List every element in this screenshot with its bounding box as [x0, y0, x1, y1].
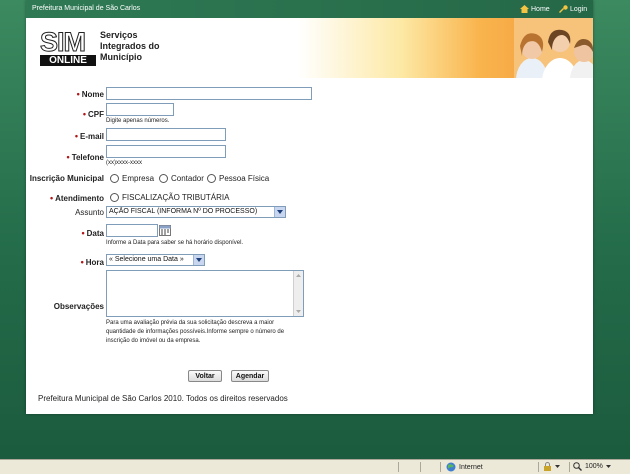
nome-field[interactable]	[106, 87, 312, 100]
radio-empresa[interactable]: Empresa	[110, 174, 154, 183]
home-label: Home	[531, 5, 550, 13]
footer-copyright: Prefeitura Municipal de São Carlos 2010.…	[38, 394, 288, 403]
logo-online-text: ONLINE	[40, 55, 96, 66]
protected-mode-toggle[interactable]	[543, 462, 560, 471]
chevron-down-icon	[193, 255, 204, 265]
status-divider	[538, 462, 539, 472]
status-divider	[398, 462, 399, 472]
org-name: Prefeitura Municipal de São Carlos	[32, 5, 141, 12]
agendar-button[interactable]: Agendar	[231, 370, 269, 382]
data-field[interactable]	[106, 224, 158, 237]
radio-contador[interactable]: Contador	[159, 174, 204, 183]
zoom-control[interactable]: 100%	[573, 462, 611, 471]
observacoes-hint: Para uma avaliação prévia da sua solicit…	[106, 320, 285, 344]
page-container: Prefeitura Municipal de São Carlos Home …	[26, 0, 593, 414]
home-link[interactable]: Home	[520, 5, 550, 13]
assunto-label: Assunto	[75, 208, 104, 217]
family-photo	[514, 18, 593, 78]
textarea-scrollbar[interactable]	[293, 271, 303, 316]
header-banner: SIM ONLINE Serviços Integrados do Municí…	[26, 18, 593, 78]
status-divider	[420, 462, 421, 472]
hora-label: • Hora	[80, 257, 104, 267]
radio-circle-icon	[159, 174, 168, 183]
top-bar: Prefeitura Municipal de São Carlos Home …	[26, 0, 593, 18]
radio-circle-icon	[110, 193, 119, 202]
hora-value: « Selecione uma Data »	[109, 256, 184, 263]
hora-select[interactable]: « Selecione uma Data »	[106, 254, 205, 266]
status-divider	[440, 462, 441, 472]
assunto-select[interactable]: AÇÃO FISCAL (INFORMA Nº DO PROCESSO)	[106, 206, 286, 218]
home-icon	[520, 5, 529, 13]
zoom-level: 100%	[585, 463, 603, 470]
telefone-label: • Telefone	[66, 152, 104, 162]
chevron-down-icon	[555, 465, 560, 468]
radio-circle-icon	[207, 174, 216, 183]
observacoes-label: Observações	[53, 302, 104, 311]
assunto-value: AÇÃO FISCAL (INFORMA Nº DO PROCESSO)	[109, 208, 258, 215]
calendar-icon[interactable]	[159, 225, 171, 236]
radio-fiscalizacao[interactable]: FISCALIZAÇÃO TRIBUTÁRIA	[110, 193, 229, 202]
email-label: • E-mail	[74, 131, 104, 141]
chevron-down-icon	[274, 207, 285, 217]
lock-icon	[544, 462, 551, 471]
logo-sim-text: SIM	[40, 27, 87, 57]
data-label: • Data	[81, 228, 105, 238]
logo-line-3: Município	[100, 52, 142, 62]
atendimento-label: • Atendimento	[49, 193, 104, 203]
browser-status-bar: Internet 100%	[0, 459, 630, 474]
logo-line-1: Serviços	[100, 30, 138, 40]
voltar-button[interactable]: Voltar	[188, 370, 222, 382]
telefone-field[interactable]	[106, 145, 226, 158]
security-zone[interactable]: Internet	[446, 462, 483, 472]
login-label: Login	[570, 5, 588, 13]
observacoes-textarea[interactable]	[106, 270, 304, 317]
logo-line-2: Integrados do	[100, 41, 160, 51]
telefone-hint: (xx)xxxx-xxxx	[106, 160, 142, 166]
nome-label: • Nome	[76, 89, 104, 99]
data-hint: Informe a Data para saber se há horário …	[106, 240, 244, 246]
key-icon	[559, 5, 568, 13]
security-zone-label: Internet	[459, 463, 483, 471]
email-field[interactable]	[106, 128, 226, 141]
globe-icon	[446, 462, 456, 472]
login-link[interactable]: Login	[559, 5, 587, 13]
cpf-hint: Digite apenas números.	[106, 118, 170, 124]
inscricao-label: Inscrição Municipal	[29, 174, 104, 183]
cpf-label: • CPF	[82, 109, 104, 119]
logo-subtitle: Serviços Integrados do Município	[100, 30, 190, 63]
status-divider	[569, 462, 570, 472]
cpf-field[interactable]	[106, 103, 174, 116]
radio-circle-icon	[110, 174, 119, 183]
radio-pessoa-fisica[interactable]: Pessoa Física	[207, 174, 269, 183]
chevron-down-icon	[605, 465, 611, 468]
zoom-icon	[573, 462, 582, 471]
